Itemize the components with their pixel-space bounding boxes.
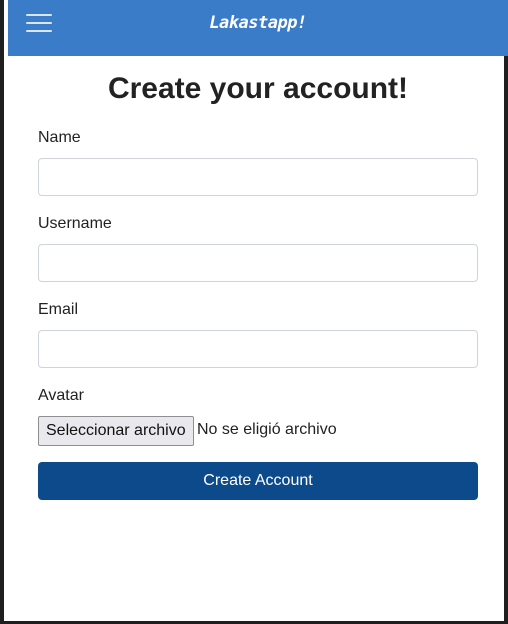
avatar-label: Avatar xyxy=(38,387,84,404)
username-input[interactable] xyxy=(38,244,478,282)
file-status-text: No se eligió archivo xyxy=(197,421,337,438)
email-input[interactable] xyxy=(38,330,478,368)
app-frame: Lakastapp! Create your account! Name Use… xyxy=(0,0,508,624)
name-input[interactable] xyxy=(38,158,478,196)
choose-file-button[interactable]: Seleccionar archivo xyxy=(38,416,194,446)
brand-logo[interactable]: Lakastapp! xyxy=(8,13,508,33)
email-label: Email xyxy=(38,301,79,318)
create-account-button[interactable]: Create Account xyxy=(38,462,478,500)
navbar: Lakastapp! xyxy=(8,0,508,56)
page-title: Create your account! xyxy=(107,72,409,105)
name-label: Name xyxy=(38,129,81,146)
username-label: Username xyxy=(38,215,112,232)
